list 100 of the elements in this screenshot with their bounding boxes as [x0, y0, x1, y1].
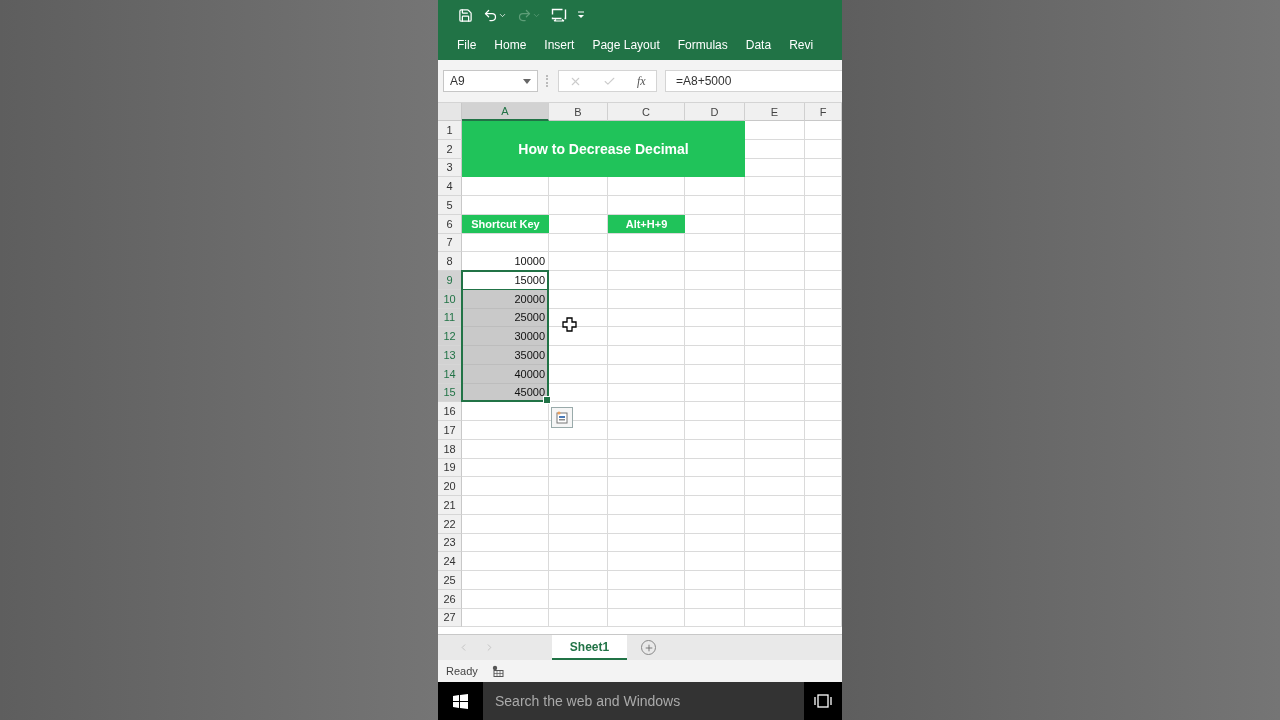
empty-cell: [745, 552, 805, 571]
formula-field[interactable]: =A8+5000: [665, 70, 842, 92]
empty-cell: [549, 514, 608, 534]
cross-cursor-icon: [562, 317, 577, 332]
paste-options-icon[interactable]: [551, 407, 573, 428]
column-header[interactable]: D: [685, 103, 745, 121]
empty-cell: [685, 458, 745, 478]
row-header[interactable]: 16: [438, 402, 462, 421]
empty-cell: [685, 271, 745, 290]
empty-cell: [745, 589, 805, 609]
ribbon-tab[interactable]: Page Layout: [583, 38, 669, 52]
fill-handle[interactable]: [543, 396, 551, 405]
empty-cell: [549, 196, 608, 215]
row-header[interactable]: 4: [438, 177, 462, 196]
empty-cell: [745, 196, 805, 215]
row-header[interactable]: 9: [438, 271, 462, 290]
table-cell: 35000: [462, 346, 549, 365]
sheet-tab[interactable]: Sheet1: [552, 635, 627, 661]
ribbon-tab[interactable]: Data: [736, 38, 781, 52]
column-header[interactable]: B: [549, 103, 608, 121]
table-cell: 30000: [462, 327, 549, 346]
empty-cell: [745, 308, 805, 328]
empty-cell: [685, 608, 745, 628]
empty-cell: [745, 571, 805, 590]
empty-cell: [549, 496, 608, 515]
save-icon[interactable]: [458, 7, 473, 23]
row-header[interactable]: 20: [438, 477, 462, 496]
touch-mode-icon[interactable]: [551, 7, 567, 23]
empty-cell: [685, 421, 745, 440]
empty-cell: [549, 439, 608, 459]
empty-cell: [685, 571, 745, 590]
name-box[interactable]: A9: [443, 70, 538, 92]
row-header[interactable]: 5: [438, 196, 462, 215]
empty-cell: [745, 439, 805, 459]
row-header[interactable]: 24: [438, 552, 462, 571]
empty-cell: [685, 477, 745, 496]
empty-cell: [745, 608, 805, 628]
ribbon-tab[interactable]: Formulas: [668, 38, 737, 52]
row-header[interactable]: 1: [438, 121, 462, 140]
task-view-icon: [814, 694, 832, 709]
empty-cell: [745, 252, 805, 271]
dropdown-icon: [523, 78, 531, 84]
empty-cell: [685, 533, 745, 553]
ribbon-tab[interactable]: Insert: [535, 38, 584, 52]
empty-cell: [745, 458, 805, 478]
empty-cell: [745, 533, 805, 553]
ribbon-tab[interactable]: Revi: [780, 38, 823, 52]
row-header[interactable]: 17: [438, 421, 462, 440]
ribbon-tab[interactable]: File: [448, 38, 486, 52]
empty-cell: [745, 271, 805, 290]
undo-icon[interactable]: [483, 7, 507, 23]
row-header[interactable]: 13: [438, 346, 462, 365]
empty-cell: [745, 477, 805, 496]
empty-cell: [685, 402, 745, 421]
empty-cell: [745, 496, 805, 515]
empty-cell: [549, 589, 608, 609]
empty-cell: [685, 589, 745, 609]
empty-cell: [745, 177, 805, 196]
empty-cell: [685, 496, 745, 515]
ribbon-tab[interactable]: Home: [485, 38, 536, 52]
empty-cell: [549, 458, 608, 478]
empty-cell: [685, 514, 745, 534]
empty-cell: [745, 289, 805, 309]
empty-cell: [745, 233, 805, 253]
empty-cell: [685, 346, 745, 365]
insert-function-button[interactable]: fx: [636, 73, 646, 89]
empty-cell: [549, 477, 608, 496]
empty-cell: [685, 364, 745, 384]
windows-logo-icon: [453, 693, 468, 709]
row-header[interactable]: 25: [438, 571, 462, 590]
empty-cell: [745, 421, 805, 440]
row-header[interactable]: 12: [438, 327, 462, 346]
empty-cell: [685, 383, 745, 403]
empty-cell: [549, 533, 608, 553]
column-header[interactable]: E: [745, 103, 805, 121]
empty-cell: [685, 327, 745, 346]
empty-cell: [745, 346, 805, 365]
empty-cell: [745, 514, 805, 534]
macro-record-icon[interactable]: [491, 665, 504, 678]
empty-cell: [745, 383, 805, 403]
customize-icon[interactable]: [577, 10, 585, 20]
taskbar-search-field[interactable]: Search the web and Windows: [483, 682, 804, 720]
empty-cell: [549, 233, 608, 253]
empty-cell: [685, 552, 745, 571]
empty-cell: [685, 196, 745, 215]
column-header[interactable]: A: [462, 103, 549, 121]
empty-cell: [685, 308, 745, 328]
status-text: Ready: [446, 665, 478, 678]
column-header[interactable]: F: [805, 103, 842, 121]
empty-cell: [549, 552, 608, 571]
row-header[interactable]: 8: [438, 252, 462, 271]
empty-cell: [549, 571, 608, 590]
empty-cell: [745, 402, 805, 421]
empty-cell: [549, 608, 608, 628]
empty-cell: [745, 214, 805, 234]
empty-cell: [685, 289, 745, 309]
column-header[interactable]: C: [608, 103, 685, 121]
row-header[interactable]: 21: [438, 496, 462, 515]
empty-cell: [745, 327, 805, 346]
title-banner: How to Decrease Decimal: [462, 121, 745, 178]
